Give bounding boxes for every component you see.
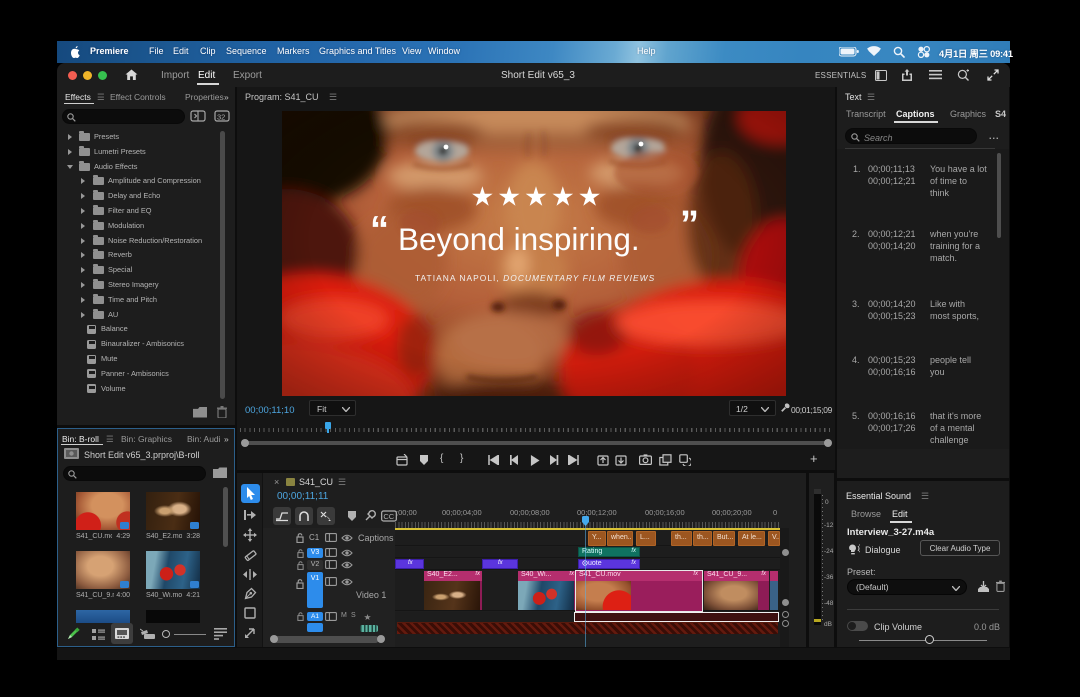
svg-text:”: ” xyxy=(680,204,699,246)
svg-text:32: 32 xyxy=(217,113,225,122)
svg-text:“: “ xyxy=(370,209,389,251)
svg-text:CC: CC xyxy=(383,512,394,521)
svg-text:Beyond inspiring.: Beyond inspiring. xyxy=(398,221,640,257)
svg-text:TATIANA NAPOLI, DOCUMENTARY FI: TATIANA NAPOLI, DOCUMENTARY FILM REVIEWS xyxy=(415,273,655,283)
